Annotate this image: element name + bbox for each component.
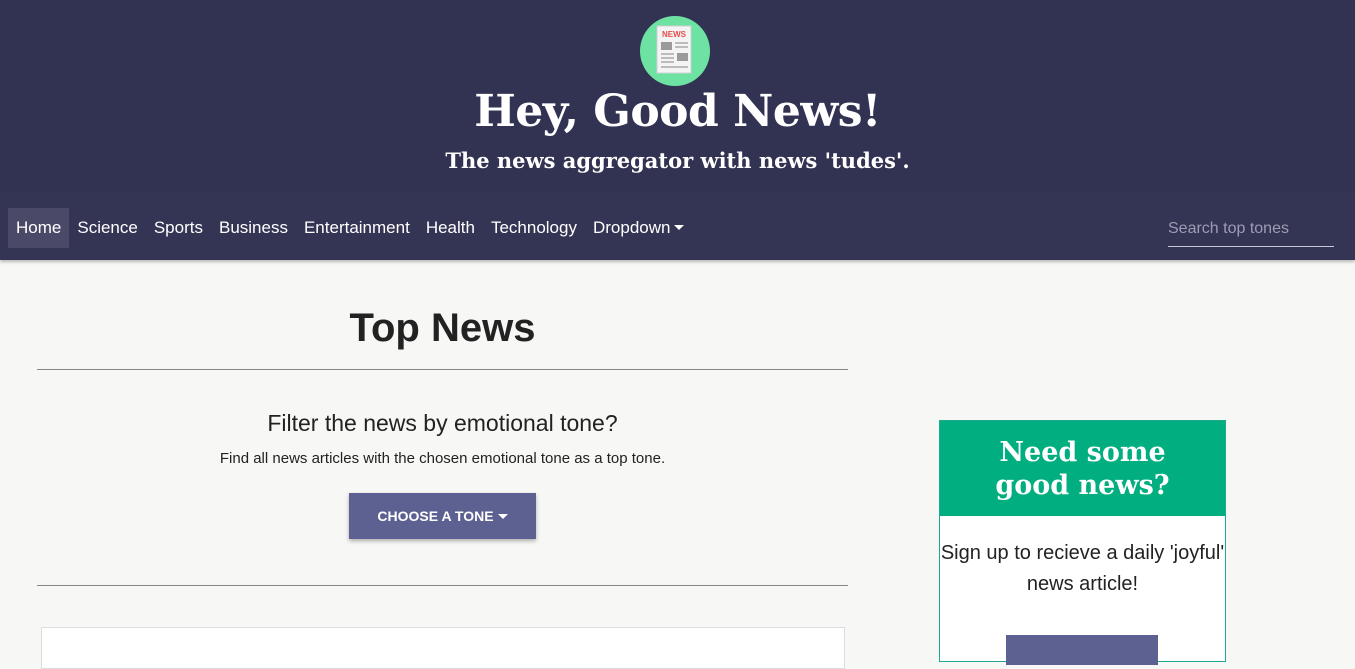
nav-dropdown-label: Dropdown	[592, 218, 671, 237]
search-input[interactable]	[1168, 212, 1334, 247]
nav-item-technology[interactable]: Technology	[483, 208, 585, 248]
caret-down-icon	[497, 513, 508, 519]
nav-item-health[interactable]: Health	[418, 208, 483, 248]
divider-top	[37, 369, 848, 370]
site-title: Hey, Good News!	[474, 86, 881, 137]
main-navbar: Home Science Sports Business Entertainme…	[0, 192, 1355, 260]
news-paper-icon[interactable]: NEWS	[640, 16, 710, 86]
page-title: Top News	[349, 306, 536, 350]
masthead: NEWS Hey, Good News! The news aggregator…	[0, 0, 1355, 192]
nav-list: Home Science Sports Business Entertainme…	[8, 208, 692, 248]
choose-tone-label: CHOOSE A TONE	[377, 508, 494, 524]
filter-heading: Filter the news by emotional tone?	[267, 410, 618, 436]
nav-item-dropdown[interactable]: Dropdown	[585, 208, 693, 248]
promo-heading: Need some good news?	[940, 421, 1225, 516]
article-card[interactable]	[41, 627, 845, 669]
nav-item-home[interactable]: Home	[8, 208, 70, 248]
divider-bottom	[37, 585, 848, 586]
nav-item-business[interactable]: Business	[211, 208, 296, 248]
nav-item-science[interactable]: Science	[69, 208, 145, 248]
promo-text: Sign up to recieve a daily 'joyful' news…	[940, 542, 1225, 595]
nav-item-sports[interactable]: Sports	[146, 208, 211, 248]
signup-promo-card: Need some good news? Sign up to recieve …	[939, 420, 1226, 665]
signup-button[interactable]	[1006, 635, 1158, 665]
logo-text: NEWS	[662, 30, 687, 39]
filter-description: Find all news articles with the chosen e…	[219, 450, 666, 467]
choose-tone-button[interactable]: CHOOSE A TONE	[349, 493, 536, 539]
nav-item-entertainment[interactable]: Entertainment	[296, 208, 418, 248]
caret-down-icon	[674, 225, 685, 230]
site-tagline: The news aggregator with news 'tudes'.	[445, 148, 910, 173]
